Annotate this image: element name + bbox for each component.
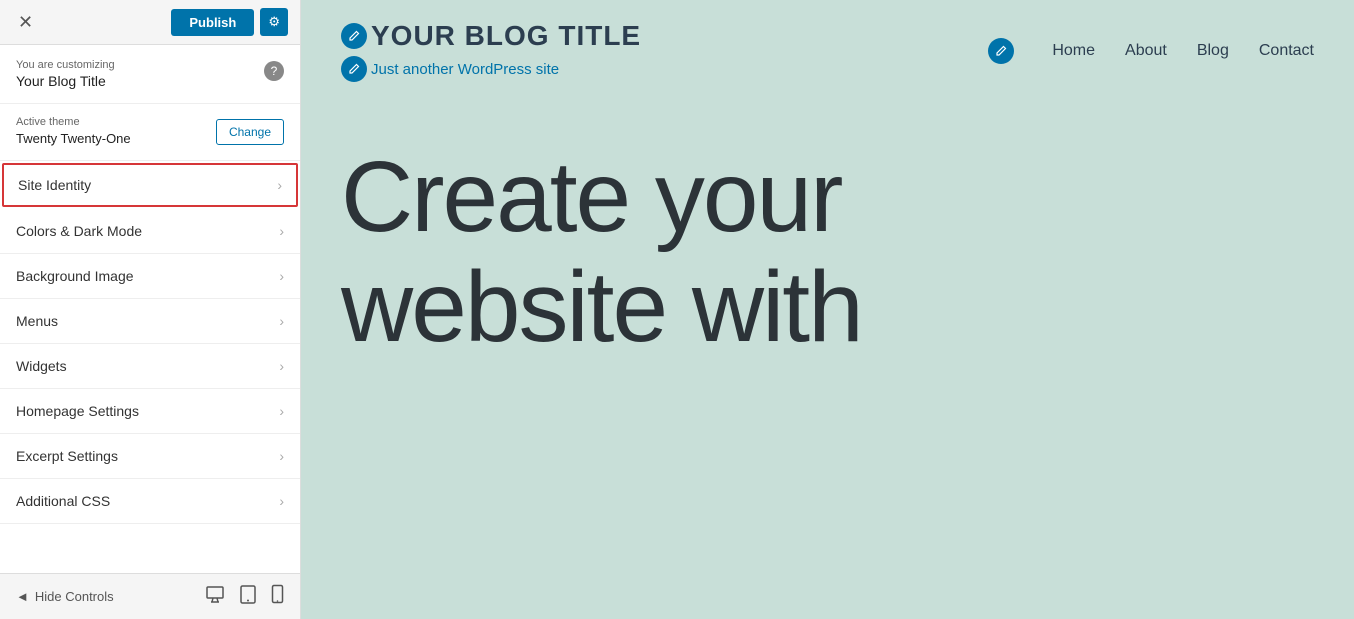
chevron-right-icon: › [279, 268, 284, 284]
site-title: YOUR BLOG TITLE [371, 20, 641, 52]
menu-item-site-identity[interactable]: Site Identity › [2, 163, 298, 207]
site-tagline-row: Just another WordPress site [341, 56, 641, 82]
chevron-right-icon: › [279, 358, 284, 374]
active-theme-section: Active theme Twenty Twenty-One Change [0, 104, 300, 161]
hero-text-line2: website with [341, 252, 1314, 362]
publish-button[interactable]: Publish [171, 9, 254, 36]
settings-gear-button[interactable]: ⚙ [260, 8, 288, 36]
customizer-panel: ✕ Publish ⚙ You are customizing Your Blo… [0, 0, 301, 619]
menu-item-additional-css[interactable]: Additional CSS › [0, 479, 300, 524]
site-navigation: Home About Blog Contact [988, 38, 1314, 64]
menu-item-homepage-settings[interactable]: Homepage Settings › [0, 389, 300, 434]
arrow-left-icon: ◄ [16, 589, 29, 604]
menu-item-menus-label: Menus [16, 313, 58, 329]
menu-item-homepage-label: Homepage Settings [16, 403, 139, 419]
customizing-label: You are customizing [16, 59, 115, 71]
nav-link-home[interactable]: Home [1052, 42, 1095, 60]
theme-info: Active theme Twenty Twenty-One [16, 116, 131, 148]
customizing-info: You are customizing Your Blog Title [16, 59, 115, 91]
site-branding: YOUR BLOG TITLE Just another WordPress s… [341, 20, 641, 82]
chevron-right-icon: › [279, 403, 284, 419]
menu-item-site-identity-label: Site Identity [18, 177, 91, 193]
menu-item-css-label: Additional CSS [16, 493, 110, 509]
menu-items-list: Site Identity › Colors & Dark Mode › Bac… [0, 161, 300, 573]
tablet-icon[interactable] [239, 584, 257, 609]
customizing-section: You are customizing Your Blog Title ? [0, 45, 300, 104]
preview-hero: Create your website with [301, 102, 1354, 362]
menu-item-colors-dark-mode[interactable]: Colors & Dark Mode › [0, 209, 300, 254]
panel-header: ✕ Publish ⚙ [0, 0, 300, 45]
hide-controls-button[interactable]: ◄ Hide Controls [16, 589, 114, 604]
edit-nav-icon[interactable] [988, 38, 1014, 64]
menu-item-widgets-label: Widgets [16, 358, 67, 374]
panel-footer: ◄ Hide Controls [0, 573, 300, 619]
site-tagline: Just another WordPress site [371, 61, 559, 78]
chevron-right-icon: › [279, 493, 284, 509]
preview-area: YOUR BLOG TITLE Just another WordPress s… [301, 0, 1354, 619]
publish-area: Publish ⚙ [171, 8, 288, 36]
hide-controls-label: Hide Controls [35, 589, 114, 604]
blog-title-display: Your Blog Title [16, 73, 106, 89]
change-theme-button[interactable]: Change [216, 119, 284, 145]
menu-item-excerpt-settings[interactable]: Excerpt Settings › [0, 434, 300, 479]
menu-item-colors-label: Colors & Dark Mode [16, 223, 142, 239]
close-button[interactable]: ✕ [12, 10, 39, 35]
menu-item-menus[interactable]: Menus › [0, 299, 300, 344]
chevron-right-icon: › [277, 177, 282, 193]
chevron-right-icon: › [279, 448, 284, 464]
hero-text-line1: Create your [341, 142, 1314, 252]
edit-site-title-icon[interactable] [341, 23, 367, 49]
preview-site-header: YOUR BLOG TITLE Just another WordPress s… [301, 0, 1354, 102]
active-theme-label: Active theme [16, 116, 131, 128]
site-title-row: YOUR BLOG TITLE [341, 20, 641, 52]
chevron-right-icon: › [279, 223, 284, 239]
theme-name: Twenty Twenty-One [16, 131, 131, 146]
menu-item-background-label: Background Image [16, 268, 134, 284]
nav-link-contact[interactable]: Contact [1259, 42, 1314, 60]
menu-item-background-image[interactable]: Background Image › [0, 254, 300, 299]
chevron-right-icon: › [279, 313, 284, 329]
nav-link-about[interactable]: About [1125, 42, 1167, 60]
menu-item-widgets[interactable]: Widgets › [0, 344, 300, 389]
desktop-icon[interactable] [205, 584, 225, 609]
edit-tagline-icon[interactable] [341, 56, 367, 82]
help-icon[interactable]: ? [264, 61, 284, 81]
mobile-icon[interactable] [271, 584, 284, 609]
nav-link-blog[interactable]: Blog [1197, 42, 1229, 60]
menu-item-excerpt-label: Excerpt Settings [16, 448, 118, 464]
footer-device-icons [205, 584, 284, 609]
